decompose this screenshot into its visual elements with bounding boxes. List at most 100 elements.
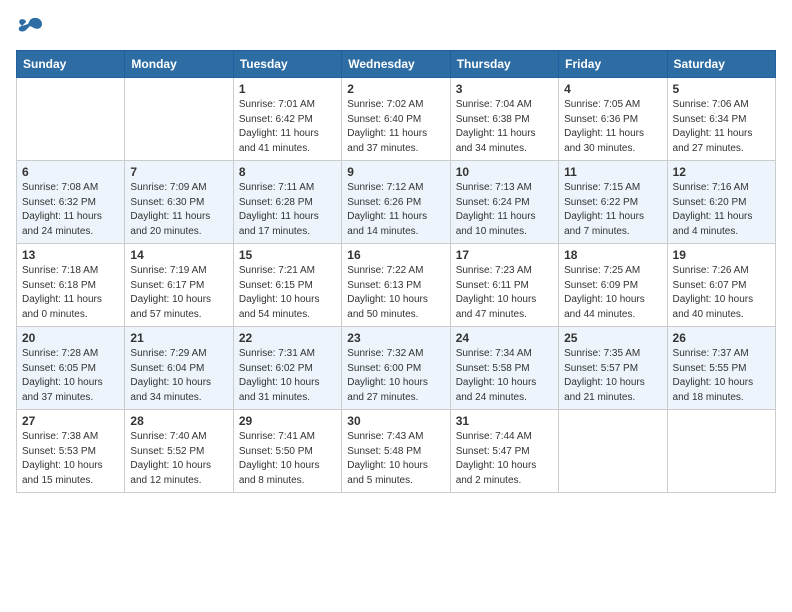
day-number: 22 <box>239 331 336 345</box>
calendar-cell: 15 Sunrise: 7:21 AMSunset: 6:15 PMDayligh… <box>233 244 341 327</box>
calendar-cell: 13 Sunrise: 7:18 AMSunset: 6:18 PMDayligh… <box>17 244 125 327</box>
calendar-cell: 1 Sunrise: 7:01 AMSunset: 6:42 PMDaylight… <box>233 78 341 161</box>
day-info: Sunrise: 7:37 AMSunset: 5:55 PMDaylight:… <box>673 347 770 405</box>
day-info: Sunrise: 7:01 AMSunset: 6:42 PMDaylight:… <box>239 98 336 156</box>
calendar-cell: 12Sunrise: 7:16 AMSunset: 6:20 PMDayligh… <box>667 161 775 244</box>
calendar-cell: 9Sunrise: 7:12 AMSunset: 6:26 PMDaylight… <box>342 161 450 244</box>
calendar-cell: 8Sunrise: 7:11 AMSunset: 6:28 PMDaylight… <box>233 161 341 244</box>
day-number: 3 <box>456 82 553 96</box>
day-number: 27 <box>22 414 119 428</box>
day-info: Sunrise: 7:09 AMSunset: 6:30 PMDaylight:… <box>130 181 227 239</box>
calendar-cell: 16 Sunrise: 7:22 AMSunset: 6:13 PMDayligh… <box>342 244 450 327</box>
day-number: 23 <box>347 331 444 345</box>
calendar-cell: 20Sunrise: 7:28 AMSunset: 6:05 PMDayligh… <box>17 327 125 410</box>
day-number: 5 <box>673 82 770 96</box>
weekday-header: Monday <box>125 51 233 78</box>
weekday-header: Tuesday <box>233 51 341 78</box>
day-number: 30 <box>347 414 444 428</box>
weekday-header: Sunday <box>17 51 125 78</box>
day-number: 10 <box>456 165 553 179</box>
logo-bird-icon <box>16 16 44 38</box>
calendar-cell <box>667 410 775 493</box>
day-info: Sunrise: 7:34 AMSunset: 5:58 PMDaylight:… <box>456 347 553 405</box>
weekday-header: Friday <box>559 51 667 78</box>
day-number: 21 <box>130 331 227 345</box>
day-number: 29 <box>239 414 336 428</box>
day-info: Sunrise: 7:22 AMSunset: 6:13 PMDaylight:… <box>347 264 444 322</box>
day-number: 13 <box>22 248 119 262</box>
calendar-cell: 25 Sunrise: 7:35 AMSunset: 5:57 PMDayligh… <box>559 327 667 410</box>
calendar-cell: 5 Sunrise: 7:06 AMSunset: 6:34 PMDaylight… <box>667 78 775 161</box>
day-number: 14 <box>130 248 227 262</box>
calendar-cell <box>559 410 667 493</box>
calendar-cell: 31 Sunrise: 7:44 AMSunset: 5:47 PMDayligh… <box>450 410 558 493</box>
calendar-cell: 28Sunrise: 7:40 AMSunset: 5:52 PMDayligh… <box>125 410 233 493</box>
day-info: Sunrise: 7:18 AMSunset: 6:18 PMDaylight:… <box>22 264 119 322</box>
logo <box>16 16 48 38</box>
calendar-week-row: 6 Sunrise: 7:08 AMSunset: 6:32 PMDaylight… <box>17 161 776 244</box>
day-number: 17 <box>456 248 553 262</box>
calendar-cell: 2 Sunrise: 7:02 AMSunset: 6:40 PMDaylight… <box>342 78 450 161</box>
day-number: 19 <box>673 248 770 262</box>
calendar-week-row: 13 Sunrise: 7:18 AMSunset: 6:18 PMDayligh… <box>17 244 776 327</box>
day-number: 31 <box>456 414 553 428</box>
day-number: 6 <box>22 165 119 179</box>
day-info: Sunrise: 7:21 AMSunset: 6:15 PMDaylight:… <box>239 264 336 322</box>
day-info: Sunrise: 7:26 AMSunset: 6:07 PMDaylight:… <box>673 264 770 322</box>
day-info: Sunrise: 7:41 AMSunset: 5:50 PMDaylight:… <box>239 430 336 488</box>
day-info: Sunrise: 7:19 AMSunset: 6:17 PMDaylight:… <box>130 264 227 322</box>
calendar-table: SundayMondayTuesdayWednesdayThursdayFrid… <box>16 50 776 493</box>
day-number: 16 <box>347 248 444 262</box>
calendar-cell: 24 Sunrise: 7:34 AMSunset: 5:58 PMDayligh… <box>450 327 558 410</box>
calendar-cell: 17Sunrise: 7:23 AMSunset: 6:11 PMDayligh… <box>450 244 558 327</box>
calendar-week-row: 20Sunrise: 7:28 AMSunset: 6:05 PMDayligh… <box>17 327 776 410</box>
day-number: 18 <box>564 248 661 262</box>
calendar-cell: 29 Sunrise: 7:41 AMSunset: 5:50 PMDayligh… <box>233 410 341 493</box>
day-number: 7 <box>130 165 227 179</box>
day-number: 2 <box>347 82 444 96</box>
day-info: Sunrise: 7:29 AMSunset: 6:04 PMDaylight:… <box>130 347 227 405</box>
calendar-cell: 11Sunrise: 7:15 AMSunset: 6:22 PMDayligh… <box>559 161 667 244</box>
calendar-cell: 3 Sunrise: 7:04 AMSunset: 6:38 PMDaylight… <box>450 78 558 161</box>
day-number: 11 <box>564 165 661 179</box>
day-number: 26 <box>673 331 770 345</box>
day-info: Sunrise: 7:16 AMSunset: 6:20 PMDaylight:… <box>673 181 770 239</box>
day-number: 15 <box>239 248 336 262</box>
day-info: Sunrise: 7:38 AMSunset: 5:53 PMDaylight:… <box>22 430 119 488</box>
calendar-cell: 6 Sunrise: 7:08 AMSunset: 6:32 PMDaylight… <box>17 161 125 244</box>
day-number: 25 <box>564 331 661 345</box>
calendar-cell: 18 Sunrise: 7:25 AMSunset: 6:09 PMDayligh… <box>559 244 667 327</box>
calendar-week-row: 1 Sunrise: 7:01 AMSunset: 6:42 PMDaylight… <box>17 78 776 161</box>
day-info: Sunrise: 7:04 AMSunset: 6:38 PMDaylight:… <box>456 98 553 156</box>
calendar-cell: 26 Sunrise: 7:37 AMSunset: 5:55 PMDayligh… <box>667 327 775 410</box>
calendar-cell: 21 Sunrise: 7:29 AMSunset: 6:04 PMDayligh… <box>125 327 233 410</box>
day-info: Sunrise: 7:12 AMSunset: 6:26 PMDaylight:… <box>347 181 444 239</box>
day-info: Sunrise: 7:25 AMSunset: 6:09 PMDaylight:… <box>564 264 661 322</box>
page-header <box>16 16 776 38</box>
day-info: Sunrise: 7:32 AMSunset: 6:00 PMDaylight:… <box>347 347 444 405</box>
calendar-cell: 7 Sunrise: 7:09 AMSunset: 6:30 PMDaylight… <box>125 161 233 244</box>
day-info: Sunrise: 7:43 AMSunset: 5:48 PMDaylight:… <box>347 430 444 488</box>
weekday-header: Saturday <box>667 51 775 78</box>
calendar-cell: 30 Sunrise: 7:43 AMSunset: 5:48 PMDayligh… <box>342 410 450 493</box>
calendar-cell <box>17 78 125 161</box>
day-number: 1 <box>239 82 336 96</box>
weekday-header: Wednesday <box>342 51 450 78</box>
calendar-cell: 23 Sunrise: 7:32 AMSunset: 6:00 PMDayligh… <box>342 327 450 410</box>
calendar-cell: 22Sunrise: 7:31 AMSunset: 6:02 PMDayligh… <box>233 327 341 410</box>
calendar-week-row: 27 Sunrise: 7:38 AMSunset: 5:53 PMDayligh… <box>17 410 776 493</box>
day-info: Sunrise: 7:08 AMSunset: 6:32 PMDaylight:… <box>22 181 119 239</box>
day-info: Sunrise: 7:06 AMSunset: 6:34 PMDaylight:… <box>673 98 770 156</box>
day-info: Sunrise: 7:44 AMSunset: 5:47 PMDaylight:… <box>456 430 553 488</box>
day-info: Sunrise: 7:02 AMSunset: 6:40 PMDaylight:… <box>347 98 444 156</box>
day-number: 28 <box>130 414 227 428</box>
day-info: Sunrise: 7:13 AMSunset: 6:24 PMDaylight:… <box>456 181 553 239</box>
day-info: Sunrise: 7:11 AMSunset: 6:28 PMDaylight:… <box>239 181 336 239</box>
calendar-cell <box>125 78 233 161</box>
calendar-header-row: SundayMondayTuesdayWednesdayThursdayFrid… <box>17 51 776 78</box>
day-number: 24 <box>456 331 553 345</box>
calendar-cell: 27 Sunrise: 7:38 AMSunset: 5:53 PMDayligh… <box>17 410 125 493</box>
weekday-header: Thursday <box>450 51 558 78</box>
day-number: 20 <box>22 331 119 345</box>
day-info: Sunrise: 7:35 AMSunset: 5:57 PMDaylight:… <box>564 347 661 405</box>
